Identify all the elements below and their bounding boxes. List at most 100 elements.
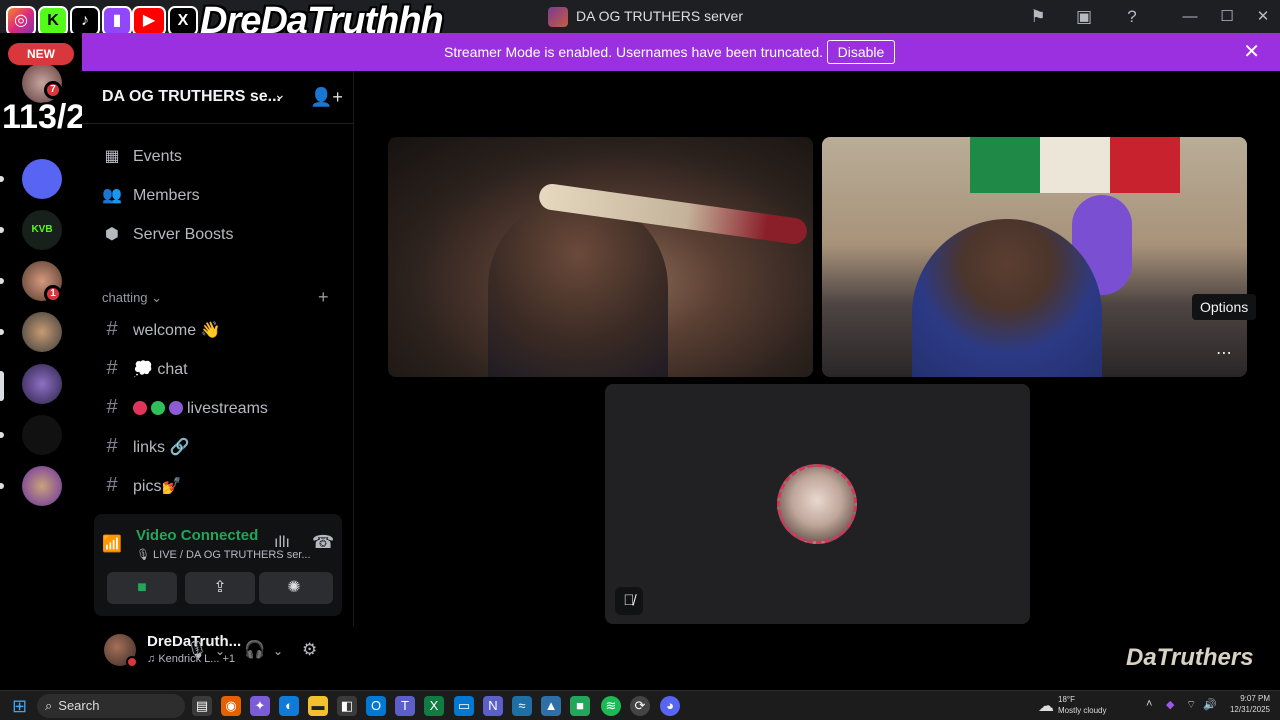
hash-icon: # bbox=[106, 474, 118, 496]
gear-icon[interactable]: ⚙ bbox=[302, 640, 317, 660]
clock-date[interactable]: 12/31/2025 bbox=[1226, 705, 1270, 714]
muted-mic-icon: 🎙̸ bbox=[615, 587, 643, 615]
signal-icon[interactable]: 📶 bbox=[102, 534, 122, 554]
network-icon[interactable]: ⌔ bbox=[1186, 698, 1196, 712]
channel-label: links bbox=[133, 439, 166, 456]
participant-avatar bbox=[777, 464, 857, 544]
server-avatar[interactable] bbox=[22, 466, 62, 506]
taskbar: ⊞ ⌕ Search ▤ ◉ ✦ ◐ ▬ ◧ O T X N ▭ ≈ ▲ ■ ≋ … bbox=[0, 690, 1280, 720]
camera-button[interactable]: ■ bbox=[107, 572, 177, 604]
close-window-button[interactable]: ✕ bbox=[1250, 6, 1276, 28]
volume-icon[interactable]: 🔊 bbox=[1203, 698, 1217, 711]
soundboard-button[interactable]: ✺ bbox=[259, 572, 329, 604]
outlook-icon[interactable]: O bbox=[366, 696, 386, 716]
channel-livestreams[interactable]: # livestreams bbox=[102, 396, 267, 419]
video-stage: Options ⋯ 🎙̸ DaTruthers bbox=[354, 71, 1280, 690]
minimize-button[interactable]: — bbox=[1177, 6, 1203, 28]
headphones-icon[interactable]: 🎧 bbox=[244, 640, 265, 660]
nav-item-members[interactable]: 👥 Members bbox=[102, 185, 200, 205]
more-options-icon[interactable]: ⋯ bbox=[1216, 343, 1232, 363]
file-explorer-icon[interactable]: ▬ bbox=[308, 696, 328, 716]
maximize-button[interactable]: ☐ bbox=[1214, 6, 1240, 28]
banner-text: Streamer Mode is enabled. Usernames have… bbox=[444, 44, 823, 60]
server-avatar[interactable] bbox=[22, 159, 62, 199]
add-channel-icon[interactable]: + bbox=[318, 287, 329, 308]
server-avatar[interactable]: KVB bbox=[22, 210, 62, 250]
help-icon[interactable]: ? bbox=[1121, 6, 1143, 28]
disconnect-icon[interactable]: ☎ bbox=[312, 532, 334, 553]
video-tile[interactable] bbox=[822, 137, 1247, 377]
close-icon[interactable]: ✕ bbox=[1243, 41, 1260, 63]
app-icon[interactable]: ≈ bbox=[512, 696, 532, 716]
excel-icon[interactable]: X bbox=[424, 696, 444, 716]
watermark-logo: DaTruthers bbox=[1126, 644, 1254, 671]
disable-button[interactable]: Disable bbox=[827, 40, 895, 64]
store-icon[interactable]: ◧ bbox=[337, 696, 357, 716]
app-icon[interactable]: ■ bbox=[570, 696, 590, 716]
invite-icon[interactable]: 👤+ bbox=[310, 87, 343, 108]
photos-icon[interactable]: ▲ bbox=[541, 696, 561, 716]
streamer-mode-banner: Streamer Mode is enabled. Usernames have… bbox=[82, 33, 1280, 71]
server-avatar[interactable] bbox=[22, 312, 62, 352]
category-chatting[interactable]: chatting ⌄ bbox=[102, 290, 162, 306]
app-icon[interactable]: ▭ bbox=[454, 696, 474, 716]
user-panel: DreDaTruth... ♫ Kendrick L... +1 🎙 ⌄ 🎧 ⌄… bbox=[82, 626, 354, 690]
chevron-down-icon[interactable]: ⌄ bbox=[273, 644, 283, 658]
flag-decoration bbox=[970, 137, 1182, 193]
edge-icon[interactable]: ◐ bbox=[279, 696, 299, 716]
screen-share-button[interactable]: ⇪ bbox=[185, 572, 255, 604]
x-icon: X bbox=[168, 6, 198, 36]
inbox-icon[interactable]: ▣ bbox=[1073, 6, 1095, 28]
new-badge: NEW bbox=[8, 43, 74, 65]
channel-pics[interactable]: # pics💅 bbox=[102, 474, 181, 497]
nav-item-label: Members bbox=[133, 187, 200, 204]
search-box[interactable]: ⌕ Search bbox=[37, 694, 185, 718]
microphone-icon[interactable]: 🎙 bbox=[186, 640, 208, 660]
server-name[interactable]: DA OG TRUTHERS se... bbox=[102, 88, 281, 106]
chevron-down-icon[interactable]: ⌄ bbox=[215, 644, 225, 658]
spotify-icon[interactable]: ≋ bbox=[601, 696, 621, 716]
hash-icon: # bbox=[106, 396, 118, 418]
teams-icon[interactable]: T bbox=[395, 696, 415, 716]
discord-icon[interactable]: ◕ bbox=[660, 696, 680, 716]
nav-item-events[interactable]: ▦ Events bbox=[102, 146, 181, 166]
members-icon: 👥 bbox=[102, 187, 122, 204]
chevron-down-icon: ⌄ bbox=[151, 290, 163, 305]
flag-icon[interactable]: ⚑ bbox=[1027, 6, 1049, 28]
app-icon[interactable]: ⟳ bbox=[630, 696, 650, 716]
app-icon[interactable]: ✦ bbox=[250, 696, 270, 716]
video-tile[interactable]: 🎙̸ bbox=[605, 384, 1030, 624]
twitch-icon: ▮ bbox=[102, 6, 132, 36]
firefox-icon[interactable]: ◉ bbox=[221, 696, 241, 716]
purple-dot-icon bbox=[169, 401, 183, 415]
channel-label: chat bbox=[157, 361, 188, 378]
nav-item-server-boosts[interactable]: ⬢ Server Boosts bbox=[102, 224, 233, 244]
category-label: chatting bbox=[102, 290, 148, 305]
hash-icon: # bbox=[106, 435, 118, 457]
noise-suppression-icon[interactable]: ıllı bbox=[274, 534, 290, 552]
server-avatar[interactable] bbox=[22, 415, 62, 455]
channel-emoji: 👋 bbox=[200, 322, 221, 339]
task-view-icon[interactable]: ▤ bbox=[192, 696, 212, 716]
channel-links[interactable]: # links 🔗 bbox=[102, 435, 189, 458]
voice-status[interactable]: Video Connected bbox=[136, 527, 258, 544]
participant-video bbox=[488, 197, 668, 377]
kick-icon: K bbox=[38, 6, 68, 36]
windows-start-icon[interactable]: ⊞ bbox=[12, 696, 27, 717]
weather-widget[interactable]: ☁ 18°F Mostly cloudy bbox=[1038, 694, 1118, 718]
app-tray-icon[interactable]: ◆ bbox=[1166, 698, 1174, 711]
server-icon bbox=[548, 7, 568, 27]
status-indicator bbox=[126, 656, 138, 668]
chevron-down-icon[interactable]: ⌄ bbox=[274, 86, 286, 103]
temperature: 18°F bbox=[1058, 695, 1075, 704]
unread-indicator bbox=[0, 329, 4, 335]
channel-emoji: 💭 bbox=[133, 361, 153, 378]
calendar-icon: ▦ bbox=[104, 148, 120, 165]
onenote-icon[interactable]: N bbox=[483, 696, 503, 716]
clock-time[interactable]: 9:07 PM bbox=[1226, 694, 1270, 703]
video-tile[interactable] bbox=[388, 137, 813, 377]
chevron-up-icon[interactable]: ˄ bbox=[1146, 698, 1152, 710]
server-avatar[interactable] bbox=[22, 364, 62, 404]
channel-chat[interactable]: # 💭 chat bbox=[102, 357, 188, 380]
channel-welcome[interactable]: # welcome 👋 bbox=[102, 318, 221, 341]
